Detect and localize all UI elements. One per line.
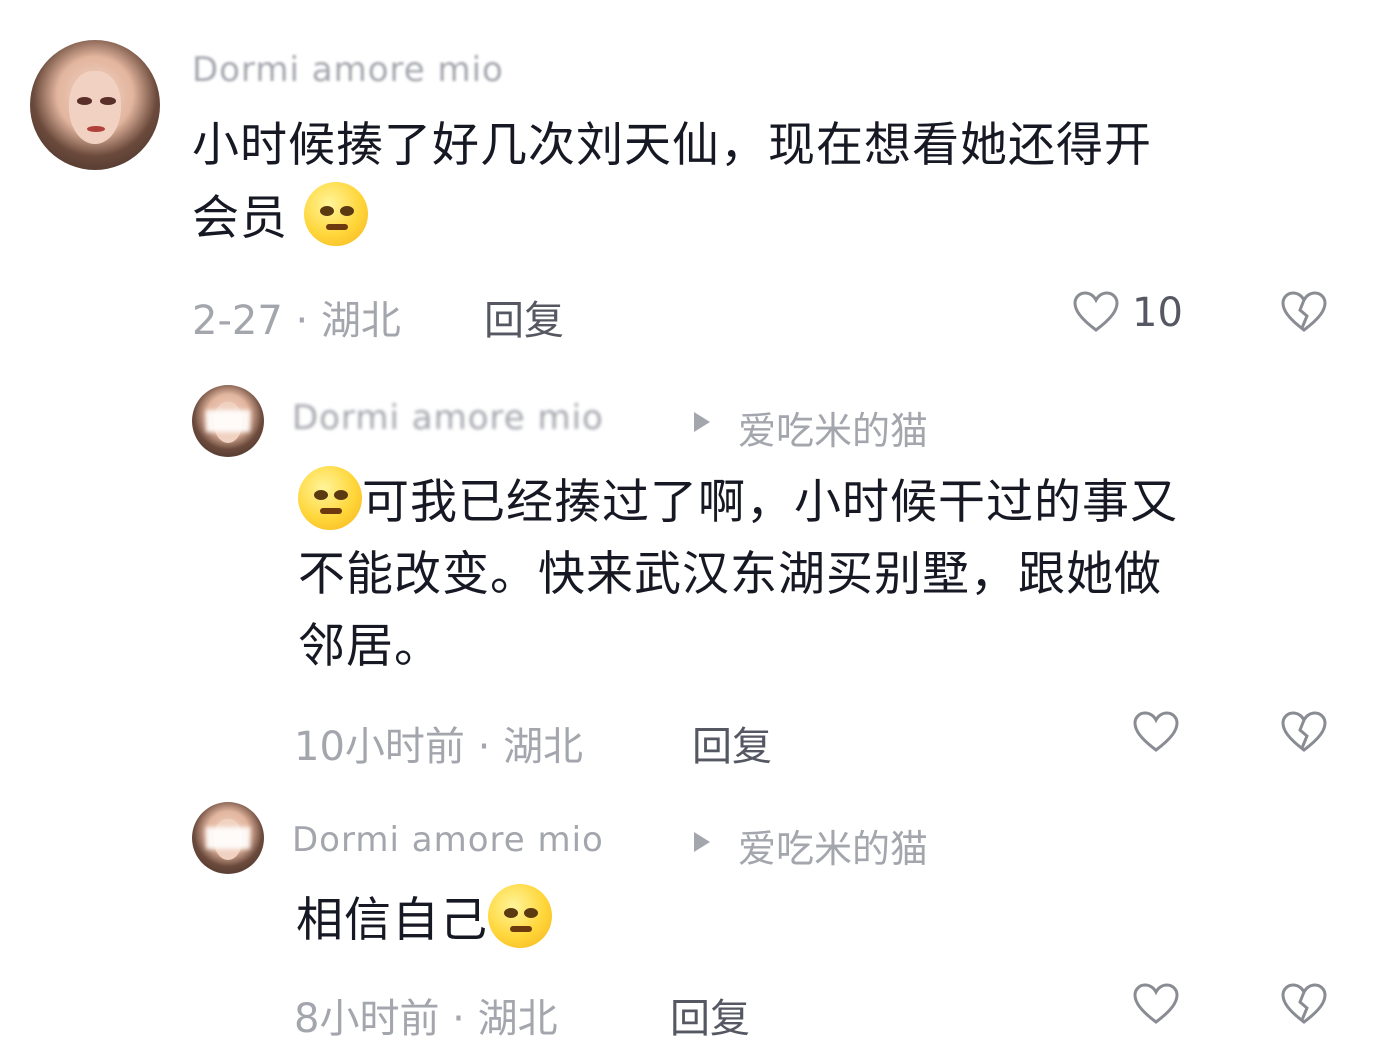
reply-button[interactable]: 回复 bbox=[692, 714, 772, 772]
heart-icon[interactable] bbox=[1132, 710, 1180, 754]
comment-username[interactable]: Dormi amore mio bbox=[292, 820, 604, 860]
smirk-emoji-icon bbox=[488, 884, 552, 948]
avatar[interactable] bbox=[192, 802, 264, 874]
dislike-icon[interactable] bbox=[1280, 982, 1328, 1026]
comment-meta: 8小时前 · 湖北 bbox=[294, 996, 558, 1042]
comment-text: 可我已经揍过了啊，小时候干过的事又 不能改变。快来武汉东湖买别墅，跟她做 邻居。 bbox=[298, 466, 1328, 683]
comment-username[interactable]: Dormi amore mio bbox=[292, 398, 604, 438]
reply-button[interactable]: 回复 bbox=[484, 288, 564, 346]
dislike-icon[interactable] bbox=[1280, 710, 1328, 754]
reply-to-username[interactable]: 爱吃米的猫 bbox=[738, 400, 928, 455]
smirk-emoji-icon bbox=[298, 466, 362, 530]
reply-arrow-icon bbox=[694, 832, 710, 852]
heart-icon[interactable] bbox=[1132, 982, 1180, 1026]
heart-icon[interactable] bbox=[1072, 290, 1120, 334]
comment-meta: 2-27 · 湖北 bbox=[192, 298, 401, 344]
avatar[interactable] bbox=[192, 385, 264, 457]
avatar[interactable] bbox=[30, 40, 160, 170]
comment-text: 相信自己 bbox=[296, 884, 1296, 957]
reply-to-username[interactable]: 爱吃米的猫 bbox=[738, 818, 928, 873]
comment-username[interactable]: Dormi amore mio bbox=[192, 50, 504, 90]
shy-emoji-icon bbox=[303, 182, 368, 246]
comment-text: 小时候揍了好几次刘天仙，现在想看她还得开 会员 bbox=[192, 118, 1152, 246]
comment-thread: Dormi amore mio 小时候揍了好几次刘天仙，现在想看她还得开 会员 … bbox=[0, 0, 1376, 1054]
reply-button[interactable]: 回复 bbox=[670, 986, 750, 1044]
comment-meta: 10小时前 · 湖北 bbox=[294, 724, 584, 770]
dislike-icon[interactable] bbox=[1280, 290, 1328, 334]
like-count: 10 bbox=[1132, 290, 1183, 336]
reply-arrow-icon bbox=[694, 412, 710, 432]
